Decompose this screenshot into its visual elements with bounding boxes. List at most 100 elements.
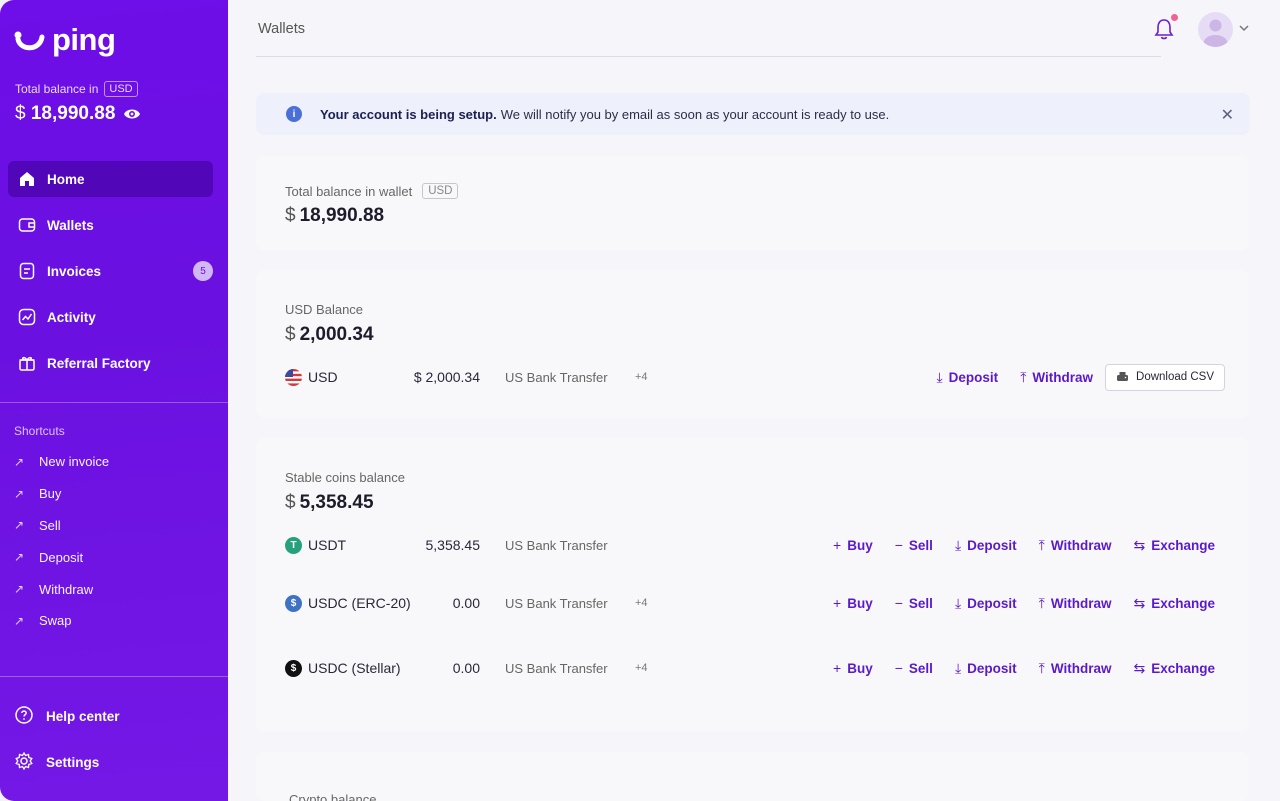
action-label: Deposit bbox=[967, 595, 1017, 611]
balance-amount: 18,990.88 bbox=[299, 205, 385, 226]
sidebar-divider bbox=[0, 676, 228, 677]
deposit-button[interactable]: ⤓ Deposit bbox=[936, 369, 998, 386]
wallet-total-card: Total balance in wallet USD $18,990.88 bbox=[256, 156, 1250, 251]
asset-row-usdc-stellar[interactable]: $ USDC (Stellar) 0.00 US Bank Transfer +… bbox=[285, 656, 1225, 680]
action-label: Deposit bbox=[967, 660, 1017, 676]
action-label: Exchange bbox=[1151, 537, 1215, 553]
payment-method: US Bank Transfer bbox=[505, 537, 608, 553]
asset-label: USDC (ERC-20) bbox=[308, 595, 411, 611]
sell-button[interactable]: − Sell bbox=[895, 537, 933, 553]
arrow-up-right-icon: ↗ bbox=[14, 550, 25, 565]
withdraw-button[interactable]: ⤒ Withdraw bbox=[1020, 369, 1093, 386]
stable-balance-label: Stable coins balance bbox=[285, 470, 405, 485]
nav-item-settings[interactable]: Settings bbox=[14, 747, 120, 777]
button-label: Download CSV bbox=[1136, 371, 1214, 383]
asset-row-usd[interactable]: USD $ 2,000.34 US Bank Transfer +4 ⤓ Depo… bbox=[285, 363, 1225, 391]
arrow-up-right-icon: ↗ bbox=[14, 613, 25, 628]
stable-balance-value: $5,358.45 bbox=[285, 492, 374, 514]
currency-badge[interactable]: USD bbox=[422, 183, 459, 199]
nav-label: Referral Factory bbox=[47, 355, 151, 371]
asset-amount: 5,358.45 bbox=[425, 537, 481, 553]
upload-icon: ⤒ bbox=[1038, 659, 1045, 676]
buy-button[interactable]: + Buy bbox=[833, 660, 873, 676]
minus-icon: − bbox=[894, 660, 903, 676]
more-methods-count[interactable]: +4 bbox=[635, 597, 648, 609]
asset-name: T USDT bbox=[285, 536, 347, 554]
shortcut-new-invoice[interactable]: ↗ New invoice bbox=[14, 446, 109, 478]
nav-label: Home bbox=[47, 171, 85, 187]
more-methods-count[interactable]: +4 bbox=[635, 662, 648, 674]
shortcut-label: Buy bbox=[39, 486, 62, 502]
shortcut-label: Swap bbox=[39, 613, 72, 629]
shortcut-withdraw[interactable]: ↗ Withdraw bbox=[14, 573, 109, 605]
sell-button[interactable]: − Sell bbox=[895, 595, 933, 611]
deposit-button[interactable]: ⤓ Deposit bbox=[955, 660, 1017, 677]
total-balance-value: 18,990.88 bbox=[30, 103, 116, 124]
action-label: Sell bbox=[908, 537, 933, 553]
user-icon bbox=[1203, 19, 1228, 47]
nav-item-wallets[interactable]: Wallets bbox=[8, 207, 213, 243]
asset-label: USDT bbox=[308, 537, 347, 553]
avatar[interactable] bbox=[1198, 12, 1233, 47]
nav-item-activity[interactable]: Activity bbox=[8, 299, 213, 335]
withdraw-button[interactable]: ⤒ Withdraw bbox=[1039, 537, 1112, 554]
sell-button[interactable]: − Sell bbox=[895, 660, 933, 676]
action-label: Withdraw bbox=[1050, 595, 1112, 611]
balance-amount: 5,358.45 bbox=[299, 492, 374, 513]
exchange-button[interactable]: ⇆ Exchange bbox=[1133, 595, 1215, 612]
shortcut-sell[interactable]: ↗ Sell bbox=[14, 510, 109, 542]
chevron-down-icon[interactable] bbox=[1238, 22, 1250, 34]
wallet-total-label: Total balance in wallet bbox=[285, 183, 413, 199]
wallet-total-value: $18,990.88 bbox=[285, 205, 384, 227]
action-label: Buy bbox=[847, 537, 873, 553]
close-icon[interactable]: ✕ bbox=[1221, 105, 1234, 125]
notification-dot bbox=[1171, 14, 1178, 21]
sidebar-bottom-nav: Help center Settings bbox=[14, 701, 120, 793]
bell-icon[interactable] bbox=[1153, 17, 1175, 41]
swap-icon: ⇆ bbox=[1133, 594, 1146, 611]
shortcut-label: Deposit bbox=[39, 549, 84, 565]
plus-icon: + bbox=[833, 595, 842, 611]
buy-button[interactable]: + Buy bbox=[833, 595, 873, 611]
nav-label: Wallets bbox=[47, 217, 94, 233]
asset-amount: 0.00 bbox=[452, 595, 480, 611]
buy-button[interactable]: + Buy bbox=[833, 537, 873, 553]
shortcut-swap[interactable]: ↗ Swap bbox=[14, 605, 109, 637]
usdc-icon: $ bbox=[285, 594, 302, 612]
asset-name: USD bbox=[285, 368, 338, 386]
action-label: Deposit bbox=[948, 369, 999, 385]
exchange-button[interactable]: ⇆ Exchange bbox=[1133, 660, 1215, 677]
nav-item-home[interactable]: Home bbox=[8, 161, 213, 197]
nav-item-referral-factory[interactable]: Referral Factory bbox=[8, 345, 213, 381]
asset-row-usdc-erc20[interactable]: $ USDC (ERC-20) 0.00 US Bank Transfer +4… bbox=[285, 591, 1225, 615]
asset-row-usdt[interactable]: T USDT 5,358.45 US Bank Transfer + Buy − S… bbox=[285, 533, 1225, 557]
arrow-up-right-icon: ↗ bbox=[14, 518, 25, 533]
brand-logo[interactable]: ping bbox=[14, 24, 116, 55]
download-csv-button[interactable]: Download CSV bbox=[1105, 363, 1225, 391]
alert-text: We will notify you by email as soon as y… bbox=[500, 106, 890, 122]
dollar-sign: $ bbox=[285, 205, 296, 226]
currency-badge[interactable]: USD bbox=[104, 81, 138, 97]
nav-item-help-center[interactable]: Help center bbox=[14, 701, 120, 731]
shortcut-deposit[interactable]: ↗ Deposit bbox=[14, 541, 109, 573]
exchange-button[interactable]: ⇆ Exchange bbox=[1133, 537, 1215, 554]
deposit-button[interactable]: ⤓ Deposit bbox=[955, 537, 1017, 554]
action-label: Withdraw bbox=[1032, 369, 1094, 385]
plus-icon: + bbox=[833, 660, 842, 676]
eye-icon[interactable] bbox=[123, 108, 141, 120]
dollar-sign: $ bbox=[285, 492, 296, 513]
withdraw-button[interactable]: ⤒ Withdraw bbox=[1039, 660, 1112, 677]
payment-method: US Bank Transfer bbox=[505, 369, 608, 385]
deposit-button[interactable]: ⤓ Deposit bbox=[955, 595, 1017, 612]
withdraw-button[interactable]: ⤒ Withdraw bbox=[1039, 595, 1112, 612]
nav-item-invoices[interactable]: Invoices 5 bbox=[8, 253, 213, 289]
action-label: Buy bbox=[847, 660, 873, 676]
ping-logo-icon bbox=[14, 31, 45, 50]
asset-actions: + Buy − Sell ⤓ Deposit ⤒ Withdraw ⇆ Exchange bbox=[811, 595, 1215, 612]
dollar-sign: $ bbox=[15, 103, 26, 124]
stellar-usdc-icon: $ bbox=[285, 659, 302, 677]
payment-method: US Bank Transfer bbox=[505, 595, 608, 611]
shortcut-buy[interactable]: ↗ Buy bbox=[14, 478, 109, 510]
more-methods-count[interactable]: +4 bbox=[635, 371, 648, 383]
action-label: Sell bbox=[908, 595, 933, 611]
